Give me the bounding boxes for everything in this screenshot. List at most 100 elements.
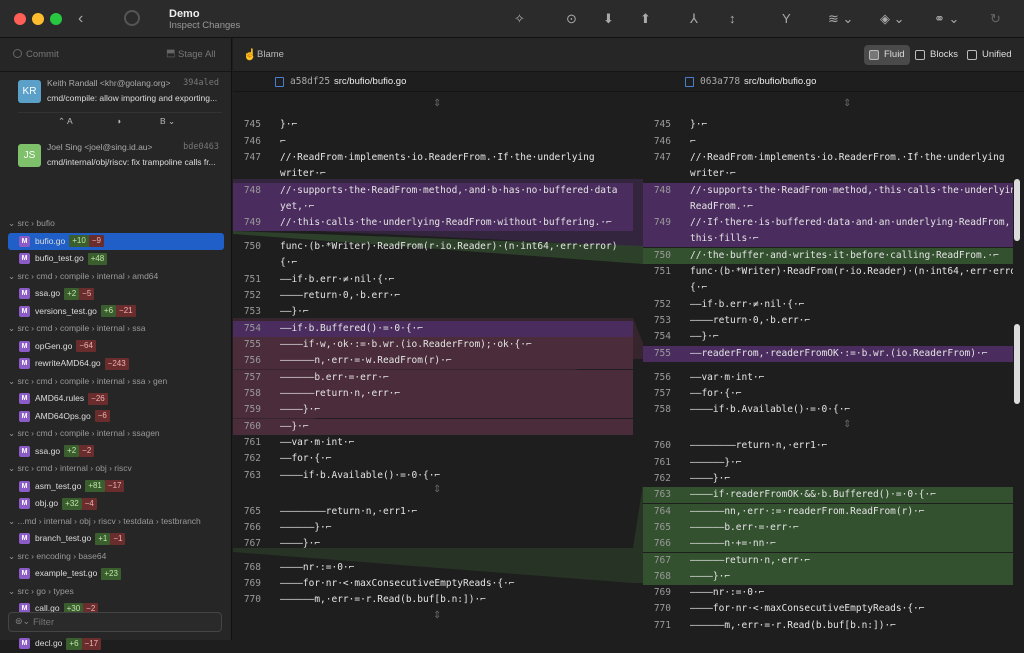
refresh-icon[interactable]: ↻ xyxy=(990,10,1001,28)
diff-line[interactable]: 757 ——————b.err·=·err·⌐ xyxy=(233,370,633,387)
diff-line[interactable]: 762 ——for·{·⌐ xyxy=(233,451,633,467)
diff-line[interactable]: 751 ——if·b.err·≠·nil·{·⌐ xyxy=(233,272,633,288)
tree-file[interactable]: Masm_test.go +81 −17 xyxy=(0,478,232,496)
diff-line[interactable]: 753 ————return·0,·b.err·⌐ xyxy=(643,313,1013,329)
diff-line[interactable]: 770 ——————m,·err·=·r.Read(b.buf[b.n:])·⌐ xyxy=(233,592,633,608)
diff-line[interactable]: 754 ——}·⌐ xyxy=(643,329,1013,345)
expand-icon[interactable]: ⇕ xyxy=(433,610,441,621)
tree-folder[interactable]: ⌄ src › go › types xyxy=(0,583,232,601)
diff-line[interactable]: 765 ——————b.err·=·err·⌐ xyxy=(643,520,1013,537)
tree-folder[interactable]: ⌄ src › cmd › compile › internal › ssa xyxy=(0,320,232,338)
diff-line[interactable]: 758 ——————return·n,·err·⌐ xyxy=(233,386,633,403)
tree-file[interactable]: Mexample_test.go +23 xyxy=(0,565,232,583)
tree-file[interactable]: Mbufio_test.go +48 xyxy=(0,250,232,268)
commit-button[interactable]: Commit xyxy=(26,49,59,60)
right-pane[interactable]: 745}·⌐ 746 ⌐ 747 //·ReadFrom·implements·io.R… xyxy=(643,38,1013,640)
tree-folder[interactable]: ⌄ src › bufio xyxy=(0,215,232,233)
diff-line[interactable]: 747 //·ReadFrom·implements·io.ReaderFrom.… xyxy=(643,150,1013,166)
diff-line[interactable]: {·⌐ xyxy=(233,255,633,271)
tree-folder[interactable]: ⌄ src › cmd › compile › internal › ssa ›… xyxy=(0,373,232,391)
diff-line[interactable]: 760 ——}·⌐ xyxy=(233,419,633,436)
pull-icon[interactable]: ⬇ xyxy=(603,10,614,28)
expand-icon[interactable]: ⇕ xyxy=(433,484,441,495)
cherry-pick-icon[interactable]: ↕ xyxy=(729,10,736,28)
diff-line[interactable]: 749 //·If·there·is·buffered·data·and·an·u… xyxy=(643,215,1013,232)
diff-line[interactable]: 764 ——————nn,·err·:=·readerFrom.ReadFrom(… xyxy=(643,504,1013,521)
tree-folder[interactable]: ⌄ src › encoding › base64 xyxy=(0,548,232,566)
tree-file[interactable]: Mssa.go +2 −5 xyxy=(0,285,232,303)
swap-icon[interactable]: ◑ xyxy=(116,116,121,126)
filter-input[interactable] xyxy=(33,615,213,629)
diff-line[interactable]: 755 ——readerFrom,·readerFromOK·:=·b.wr.(i… xyxy=(643,346,1013,363)
fetch-icon[interactable]: ⊙ xyxy=(566,10,577,28)
expand-icon[interactable]: ⇕ xyxy=(843,98,851,109)
filter-field[interactable]: ⊜⌄ xyxy=(8,612,222,632)
tree-file[interactable]: M AMD64Ops.go −6 xyxy=(0,408,232,426)
diff-line[interactable]: 768 ————}·⌐ xyxy=(643,569,1013,586)
diff-line[interactable]: 757 ——for·{·⌐ xyxy=(643,386,1013,402)
diff-line[interactable]: 763 ————if·readerFromOK·&&·b.Buffered()·=… xyxy=(643,487,1013,504)
expand-icon[interactable]: ⇕ xyxy=(843,419,851,430)
tree-file[interactable]: Mobj.go +32 −4 xyxy=(0,495,232,513)
diff-line[interactable]: 769 ————nr·:=·0·⌐ xyxy=(643,585,1013,601)
tree-file[interactable]: Mversions_test.go +6 −21 xyxy=(0,303,232,321)
diff-line[interactable]: 746 ⌐ xyxy=(233,134,633,150)
tree-folder[interactable]: ⌄ src › cmd › compile › internal › amd64 xyxy=(0,268,232,286)
compare-a-button[interactable]: ⌃ A xyxy=(58,116,73,127)
diff-line[interactable]: 766 ——————}·⌐ xyxy=(233,520,633,536)
diff-line[interactable]: 765 ————————return·n,·err1·⌐ xyxy=(233,504,633,520)
commit-item[interactable]: KR Keith Randall <khr@golang.org> 394ale… xyxy=(0,72,231,136)
diff-line[interactable]: 760 ————————return·n,·err1·⌐ xyxy=(643,438,1013,454)
diff-line[interactable]: 761 ——var·m·int·⌐ xyxy=(233,435,633,451)
tree-folder[interactable]: ⌄ src › cmd › compile › internal › ssage… xyxy=(0,425,232,443)
diff-line[interactable]: 749 //·this·calls·the·underlying·ReadFrom… xyxy=(233,215,633,232)
tree-file[interactable]: Mbufio.go +10 −9 xyxy=(8,232,224,250)
diff-line[interactable]: 768 ————nr·:=·0·⌐ xyxy=(233,560,633,576)
expand-icon[interactable]: ⇕ xyxy=(433,98,441,109)
diff-line[interactable]: yet,·⌐ xyxy=(233,199,633,216)
diff-line[interactable]: 752 ————return·0,·b.err·⌐ xyxy=(233,288,633,304)
left-pane[interactable]: 745}·⌐ 746 ⌐ 747 //·ReadFrom·implements·io.R… xyxy=(233,38,633,640)
diff-line[interactable]: 750 //·the·buffer·and·writes·it·before·ca… xyxy=(643,248,1013,265)
scrollbar[interactable] xyxy=(1014,179,1020,241)
diff-line[interactable]: this·fills·⌐ xyxy=(643,231,1013,248)
merge-icon[interactable]: ⅄ xyxy=(690,10,698,28)
push-icon[interactable]: ⬆ xyxy=(640,10,651,28)
zoom-window-button[interactable] xyxy=(50,13,62,25)
diff-line[interactable]: 745}·⌐ xyxy=(643,117,1013,133)
diff-line[interactable]: ReadFrom.·⌐ xyxy=(643,199,1013,216)
tree-file[interactable]: Mbranch_test.go +1 −1 xyxy=(0,530,232,548)
tree-folder[interactable]: ⌄ src › cmd › internal › obj › riscv xyxy=(0,460,232,478)
diff-line[interactable]: 750 func·(b·*Writer)·ReadFrom(r·io.Reader… xyxy=(233,239,633,255)
diff-line[interactable]: 767 ——————return·n,·err·⌐ xyxy=(643,553,1013,570)
tree-file[interactable]: Mssa.go +2 −2 xyxy=(0,443,232,461)
layers-icon[interactable]: ◈ ⌄ xyxy=(880,10,905,28)
diff-line[interactable]: 748 //·supports·the·ReadFrom·method,·this… xyxy=(643,183,1013,200)
diff-line[interactable]: 755 ————if·w,·ok·:=·b.wr.(io.ReaderFrom);… xyxy=(233,337,633,354)
diff-line[interactable]: 766 ——————n·+=·nn·⌐ xyxy=(643,536,1013,553)
tree-file[interactable]: Mdecl.go +6 −17 xyxy=(0,635,232,653)
stage-all-button[interactable]: Stage All xyxy=(178,49,216,60)
diff-line[interactable]: 752 ——if·b.err·≠·nil·{·⌐ xyxy=(643,297,1013,313)
diff-line[interactable]: writer·⌐ xyxy=(643,166,1013,182)
minimize-window-button[interactable] xyxy=(32,13,44,25)
magic-wand-icon[interactable]: ✧ xyxy=(514,10,525,28)
diff-line[interactable]: 763 ————if·b.Available()·=·0·{·⌐ xyxy=(233,468,633,484)
back-icon[interactable]: ‹ xyxy=(78,10,83,28)
diff-line[interactable]: 770 ————for·nr·<·maxConsecutiveEmptyReads… xyxy=(643,601,1013,617)
diff-line[interactable]: 758 ————if·b.Available()·=·0·{·⌐ xyxy=(643,402,1013,418)
tree-file[interactable]: M AMD64.rules −26 xyxy=(0,390,232,408)
link-icon[interactable]: ⚭ ⌄ xyxy=(934,10,959,28)
diff-line[interactable]: {·⌐ xyxy=(643,280,1013,296)
commit-item[interactable]: JS Joel Sing <joel@sing.id.au> bde0463 c… xyxy=(0,136,231,191)
stash-icon[interactable]: ≋ ⌄ xyxy=(828,10,853,28)
diff-line[interactable]: 746 ⌐ xyxy=(643,134,1013,150)
diff-line[interactable]: 767 ————}·⌐ xyxy=(233,536,633,552)
diff-line[interactable]: 759 ————}·⌐ xyxy=(233,402,633,419)
diff-line[interactable]: 753 ——}·⌐ xyxy=(233,304,633,320)
diff-line[interactable]: 756 ——var·m·int·⌐ xyxy=(643,370,1013,386)
diff-line[interactable]: writer·⌐ xyxy=(233,166,633,182)
tree-folder[interactable]: ⌄ ...md › internal › obj › riscv › testd… xyxy=(0,513,232,531)
diff-line[interactable]: 745}·⌐ xyxy=(233,117,633,133)
tree-file[interactable]: MopGen.go −64 xyxy=(0,338,232,356)
